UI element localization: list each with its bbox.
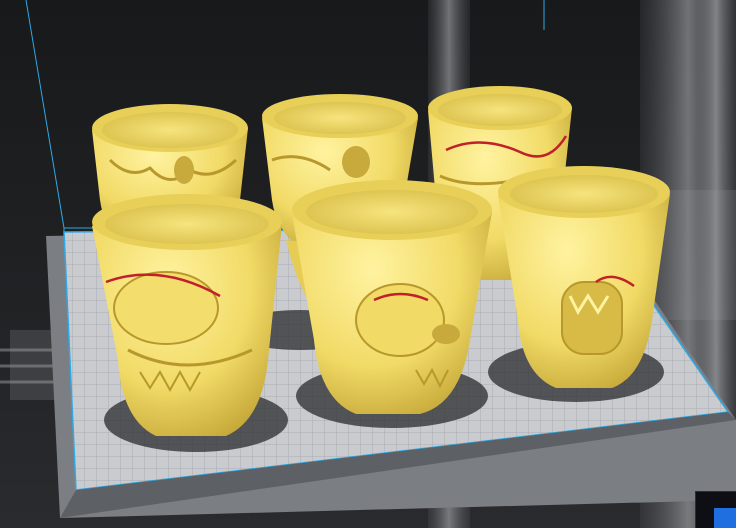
- build-scene[interactable]: [0, 0, 736, 528]
- 3d-viewport[interactable]: [0, 0, 736, 528]
- view-toggle-button[interactable]: [714, 508, 736, 528]
- view-corner-widget[interactable]: [695, 491, 736, 528]
